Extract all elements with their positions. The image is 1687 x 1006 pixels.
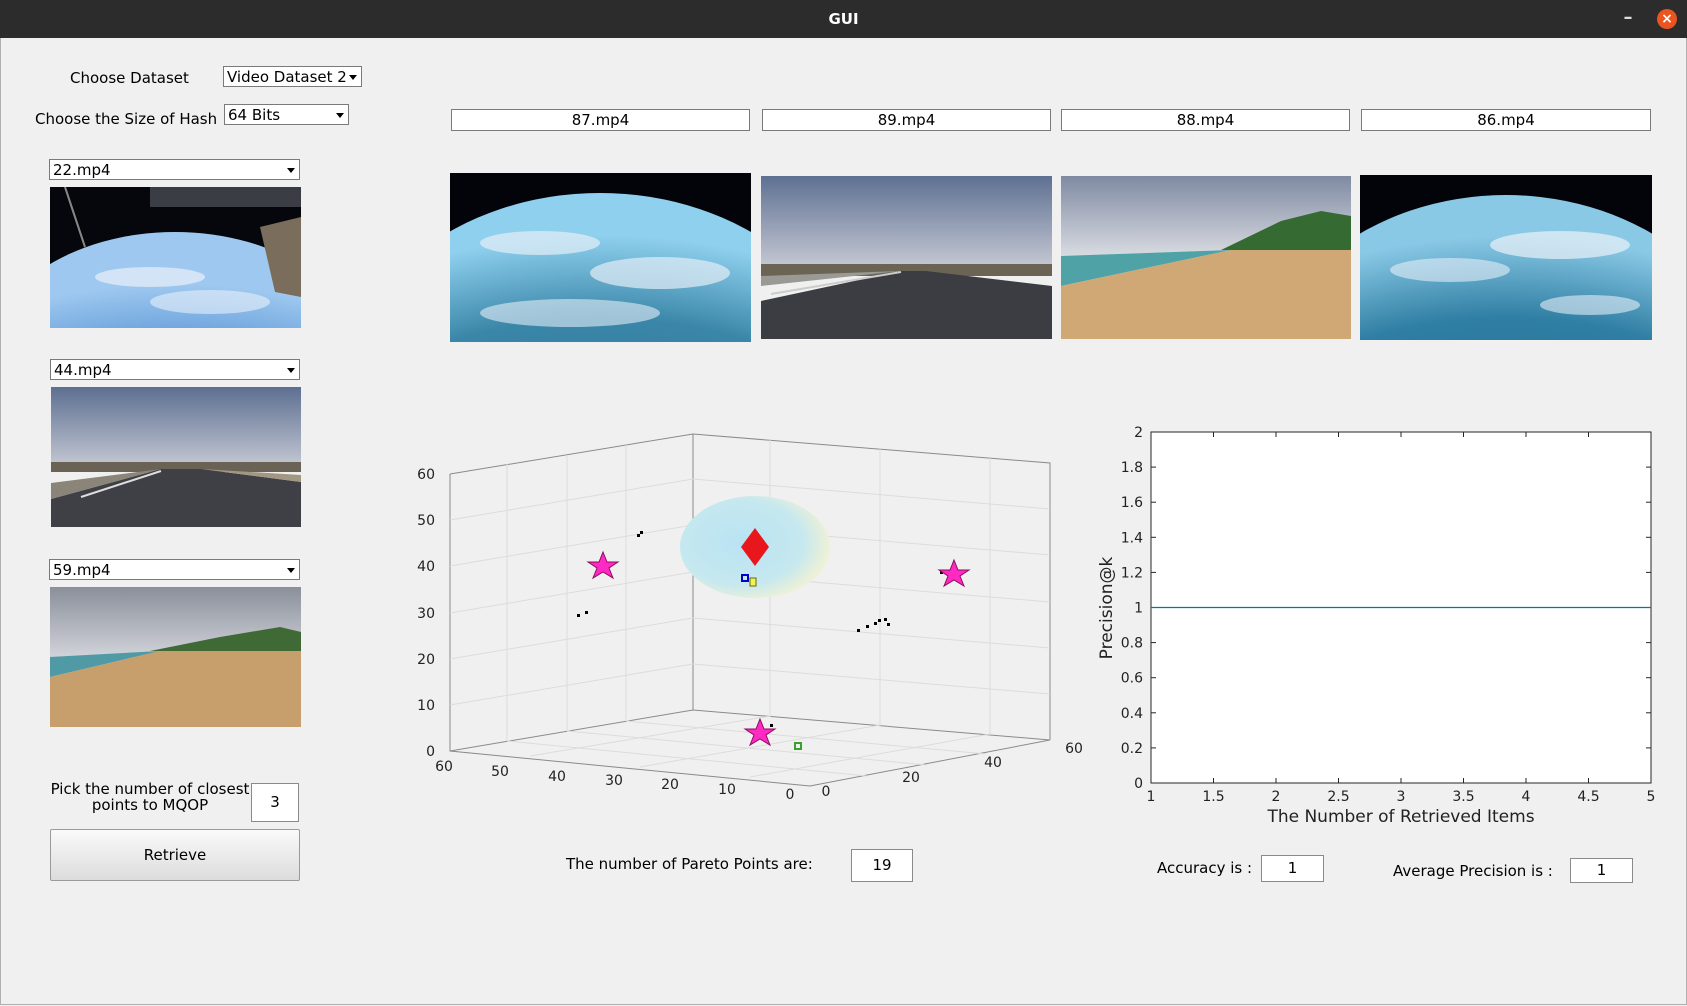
query-thumbnail-3 — [50, 587, 301, 727]
selected-star-icon — [743, 717, 777, 747]
closest-points-label: Pick the number of closest points to MQO… — [40, 781, 260, 813]
x-tick-label: 3 — [1397, 789, 1406, 805]
average-precision-field: 1 — [1570, 858, 1633, 883]
result-thumbnail-2 — [761, 176, 1052, 339]
window-title: GUI — [828, 10, 859, 28]
result-thumbnail-4 — [1360, 175, 1652, 340]
x-tick-label: 1.5 — [1202, 789, 1224, 805]
y-tick-label: 1.2 — [1121, 565, 1143, 581]
selected-star-icon — [586, 550, 620, 580]
closest-points-label-line2: points to MQOP — [91, 796, 209, 814]
accuracy-label: Accuracy is : — [1157, 859, 1253, 877]
pareto-count-label: The number of Pareto Points are: — [566, 855, 813, 873]
x-tick-label: 4.5 — [1577, 789, 1599, 805]
closest-points-input[interactable]: 3 — [251, 783, 299, 822]
precision-chart: 0 0.2 0.4 0.6 0.8 1 1.2 1.4 1.6 1.8 2 1 1.5 2 2.5 3 3.5… — [1097, 425, 1656, 827]
y-tick-label: 1.6 — [1121, 495, 1143, 511]
svg-text:60: 60 — [435, 759, 453, 775]
svg-text:20: 20 — [902, 770, 920, 786]
query-select-1[interactable]: 22.mp4 — [49, 159, 300, 180]
query-select-2[interactable]: 44.mp4 — [50, 359, 300, 380]
query-select-1-value: 22.mp4 — [53, 161, 111, 179]
svg-text:40: 40 — [417, 559, 435, 575]
y-tick-label: 1 — [1134, 601, 1143, 617]
hash-size-label: Choose the Size of Hash — [35, 110, 218, 128]
svg-text:30: 30 — [417, 606, 435, 622]
y-tick-label: 0 — [1134, 776, 1143, 792]
chevron-down-icon — [287, 568, 295, 573]
chevron-down-icon — [349, 75, 357, 80]
y-tick-label: 0.6 — [1121, 671, 1143, 687]
query-select-3[interactable]: 59.mp4 — [49, 559, 300, 580]
svg-text:0: 0 — [426, 744, 435, 760]
y-tick-label: 0.4 — [1121, 706, 1143, 722]
close-button[interactable]: × — [1657, 9, 1677, 29]
y-axis-label: Precision@k — [1097, 556, 1117, 659]
y-axis-ticks: 0 20 40 60 — [822, 741, 1083, 800]
result-filename-2: 89.mp4 — [762, 109, 1051, 131]
svg-text:10: 10 — [718, 782, 736, 798]
x-axis-label: The Number of Retrieved Items — [1266, 807, 1534, 827]
x-tick-label: 2 — [1272, 789, 1281, 805]
svg-text:50: 50 — [417, 513, 435, 529]
dataset-select[interactable]: Video Dataset 2 — [223, 66, 362, 87]
query-marker-green — [794, 742, 802, 750]
y-tick-label: 1.4 — [1121, 530, 1143, 546]
query-thumbnail-1 — [50, 187, 301, 328]
grid-lines — [449, 440, 1051, 778]
accuracy-field: 1 — [1261, 855, 1324, 882]
result-thumbnail-3 — [1061, 176, 1351, 339]
x-tick-label: 2.5 — [1327, 789, 1349, 805]
dataset-select-value: Video Dataset 2 — [227, 68, 347, 86]
dataset-label: Choose Dataset — [70, 69, 189, 87]
y-tick-label: 1.8 — [1121, 460, 1143, 476]
chevron-down-icon — [287, 368, 295, 373]
retrieve-button[interactable]: Retrieve — [50, 829, 300, 881]
z-axis-ticks: 0 10 20 30 40 50 60 — [417, 467, 435, 760]
pareto-count-field: 19 — [851, 849, 913, 882]
svg-text:0: 0 — [786, 787, 795, 803]
x-tick-label: 1 — [1147, 789, 1156, 805]
result-thumbnail-1 — [450, 173, 751, 342]
x-tick-label: 4 — [1522, 789, 1531, 805]
svg-text:40: 40 — [548, 769, 566, 785]
y-tick-label: 0.2 — [1121, 741, 1143, 757]
average-precision-label: Average Precision is : — [1393, 862, 1553, 880]
minimize-button[interactable]: – — [1617, 8, 1639, 30]
hash-size-select-value: 64 Bits — [228, 106, 281, 124]
chevron-down-icon — [287, 168, 295, 173]
x-tick-label: 3.5 — [1452, 789, 1474, 805]
closest-points-label-line1: Pick the number of closest — [50, 780, 250, 798]
svg-text:20: 20 — [417, 652, 435, 668]
result-filename-1: 87.mp4 — [451, 109, 750, 131]
plot-box — [449, 433, 1051, 787]
result-filename-4: 86.mp4 — [1361, 109, 1651, 131]
y-tick-label: 2 — [1134, 425, 1143, 441]
selected-star-icon — [937, 558, 971, 588]
svg-text:30: 30 — [605, 773, 623, 789]
chevron-down-icon — [336, 113, 344, 118]
x-tick-label: 5 — [1647, 789, 1656, 805]
svg-text:20: 20 — [661, 777, 679, 793]
title-bar: GUI – × — [0, 0, 1687, 38]
svg-text:40: 40 — [984, 755, 1002, 771]
y-tick-label: 0.8 — [1121, 636, 1143, 652]
hash-size-select[interactable]: 64 Bits — [224, 104, 349, 125]
pareto-3d-plot: 0 10 20 30 40 50 60 60 50 40 30 20 10 0 … — [417, 433, 1083, 803]
svg-text:10: 10 — [417, 698, 435, 714]
x-axis-ticks: 60 50 40 30 20 10 0 — [435, 759, 794, 803]
svg-text:60: 60 — [1065, 741, 1083, 757]
svg-text:0: 0 — [822, 784, 831, 800]
svg-text:60: 60 — [417, 467, 435, 483]
query-select-2-value: 44.mp4 — [54, 361, 112, 379]
query-thumbnail-2 — [51, 387, 301, 527]
query-select-3-value: 59.mp4 — [53, 561, 111, 579]
query-marker-yellow — [749, 577, 757, 587]
svg-text:50: 50 — [491, 764, 509, 780]
result-filename-3: 88.mp4 — [1061, 109, 1350, 131]
